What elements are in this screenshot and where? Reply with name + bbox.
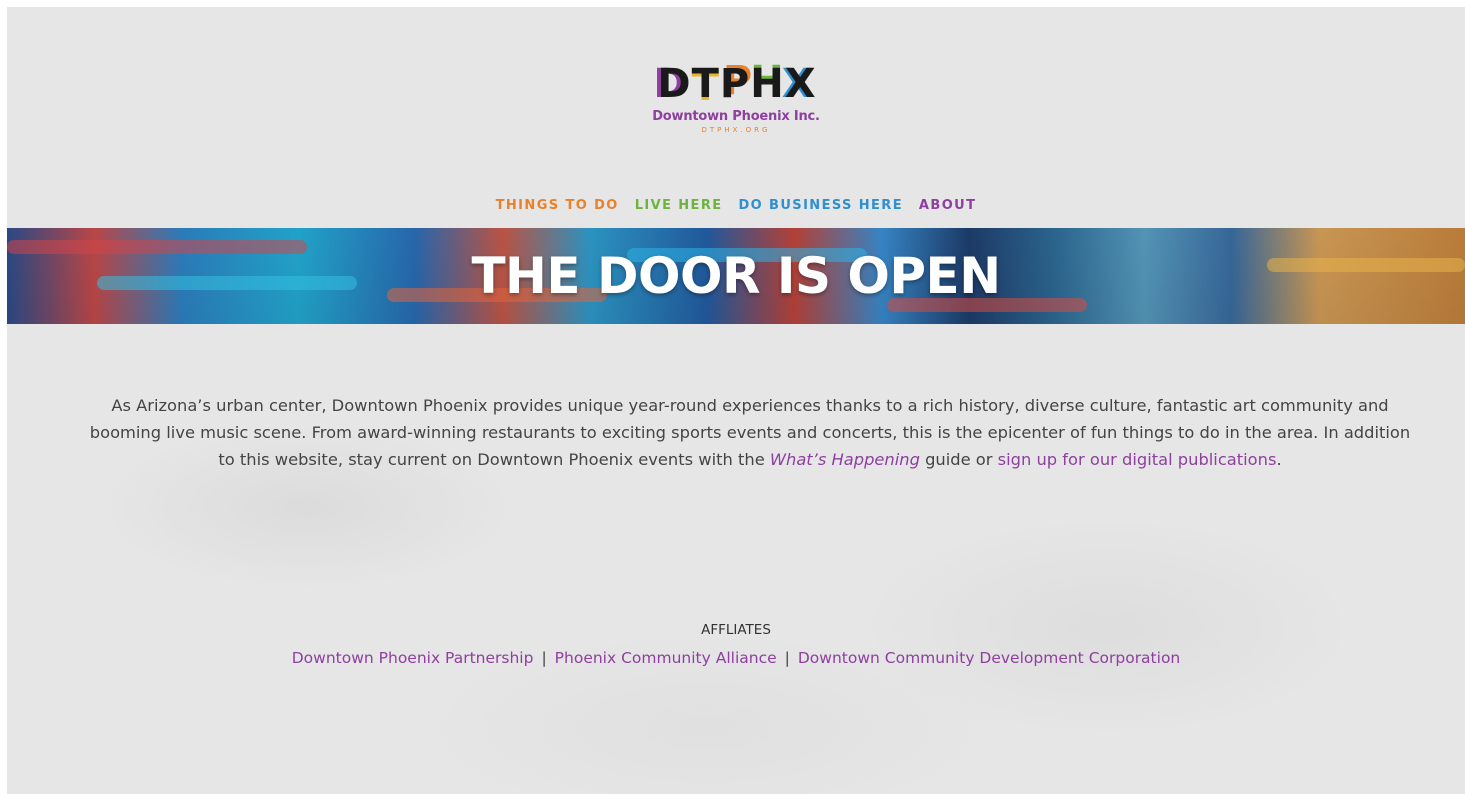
logo-url: DTPHX.ORG <box>701 126 771 134</box>
intro-text: . <box>1276 450 1282 470</box>
logo-mark: D T P H X <box>657 61 816 107</box>
logo-letter-p: P <box>719 61 749 107</box>
logo-letter-x: X <box>784 61 816 107</box>
hero-title: THE DOOR IS OPEN <box>471 247 1001 305</box>
logo-org-name: Downtown Phoenix Inc. <box>652 109 820 124</box>
affiliates-heading: AFFLIATES <box>701 622 771 638</box>
signup-publications-link[interactable]: sign up for our digital publications <box>998 450 1277 469</box>
main-nav: THINGS TO DO LIVE HERE DO BUSINESS HERE … <box>7 198 1465 213</box>
nav-about[interactable]: ABOUT <box>919 198 976 213</box>
nav-things-to-do[interactable]: THINGS TO DO <box>496 198 619 213</box>
hero-banner: THE DOOR IS OPEN <box>7 228 1465 324</box>
affiliate-link-dpp[interactable]: Downtown Phoenix Partnership <box>292 649 534 667</box>
nav-live-here[interactable]: LIVE HERE <box>635 198 723 213</box>
logo-letter-t: T <box>691 61 719 107</box>
affiliate-link-pca[interactable]: Phoenix Community Alliance <box>555 649 777 667</box>
whats-happening-link[interactable]: What’s Happening <box>770 450 920 469</box>
logo-letter-d: D <box>657 61 690 107</box>
affiliate-separator: | <box>541 649 547 667</box>
page: D T P H X Downtown Phoenix Inc. DTPHX.OR… <box>7 7 1465 794</box>
intro-text: guide or <box>919 450 998 470</box>
intro-paragraph: As Arizona’s urban center, Downtown Phoe… <box>85 392 1415 473</box>
logo-letter-h: H <box>750 61 783 107</box>
site-logo[interactable]: D T P H X Downtown Phoenix Inc. DTPHX.OR… <box>7 61 1465 134</box>
affiliate-separator: | <box>784 649 790 667</box>
nav-do-business-here[interactable]: DO BUSINESS HERE <box>738 198 903 213</box>
affiliate-link-dcdc[interactable]: Downtown Community Development Corporati… <box>798 649 1180 667</box>
affiliates-links: Downtown Phoenix Partnership | Phoenix Com… <box>7 649 1465 667</box>
